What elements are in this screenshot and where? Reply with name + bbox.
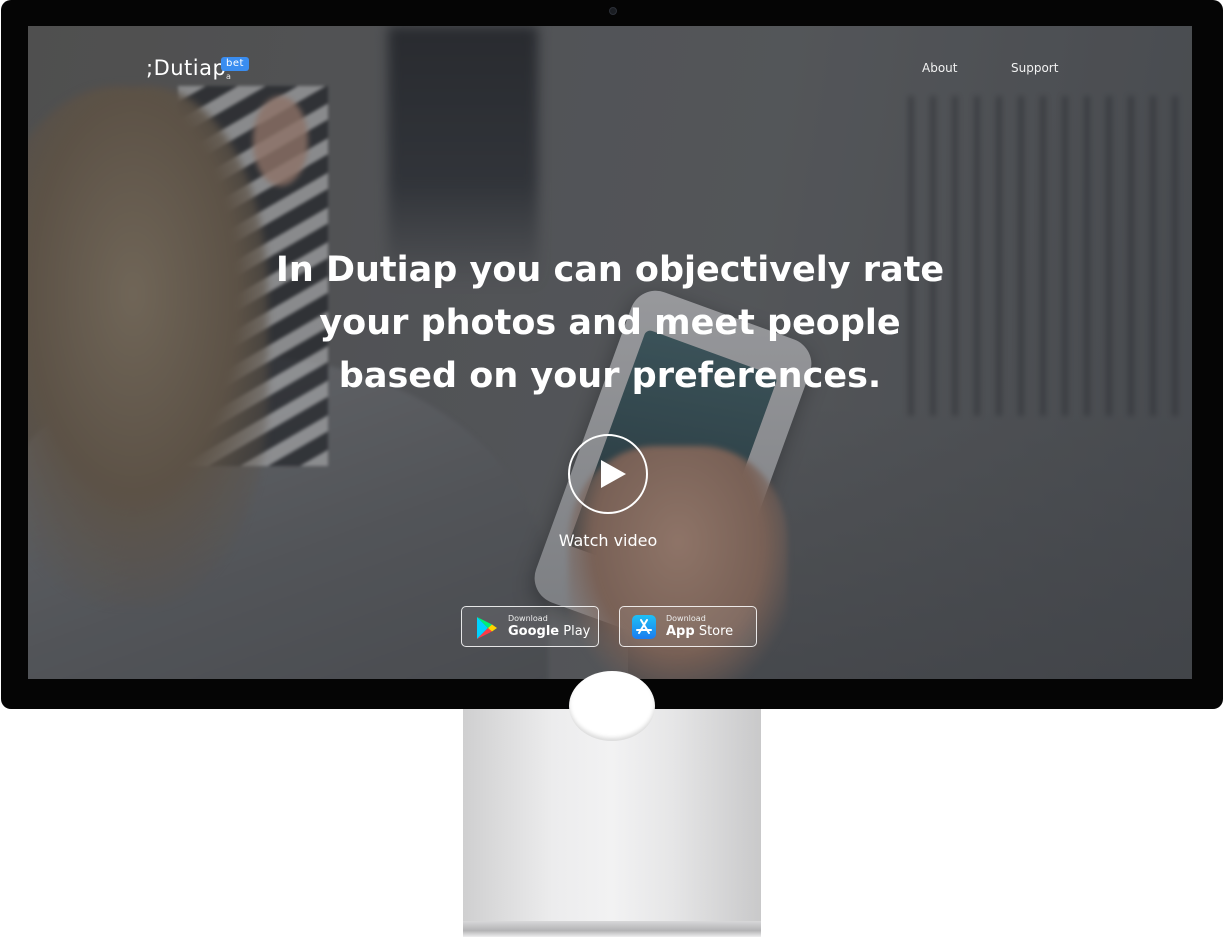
app-store-store-name: App Store	[666, 624, 734, 639]
brand-name: ;Dutiap	[146, 56, 227, 80]
google-play-button[interactable]: Download Google Play	[461, 606, 599, 647]
monitor-stand	[463, 671, 761, 937]
app-store-download-label: Download	[666, 614, 706, 623]
beta-badge: bet	[221, 57, 249, 71]
play-icon	[601, 460, 626, 488]
beta-badge-suffix: a	[226, 72, 232, 81]
play-video-button[interactable]	[568, 434, 648, 514]
webcam-icon	[609, 7, 617, 15]
screen: ;Dutiap bet a About Support In Dutiap yo…	[28, 26, 1192, 679]
monitor-bezel: ;Dutiap bet a About Support In Dutiap yo…	[1, 0, 1223, 709]
app-store-button[interactable]: Download App Store	[619, 606, 757, 647]
stand-cable-hole	[569, 671, 655, 741]
google-play-icon	[477, 617, 497, 639]
hero-headline: In Dutiap you can objectively rate your …	[275, 250, 945, 396]
brand-logo[interactable]: ;Dutiap bet a	[146, 56, 249, 81]
stand-foot	[463, 921, 761, 937]
google-play-download-label: Download	[508, 614, 548, 623]
nav-link-support[interactable]: Support	[1011, 61, 1058, 75]
nav-link-about[interactable]: About	[922, 61, 957, 75]
app-store-icon	[632, 615, 656, 639]
watch-video-label[interactable]: Watch video	[508, 531, 708, 550]
google-play-store-name: Google Play	[508, 624, 591, 639]
